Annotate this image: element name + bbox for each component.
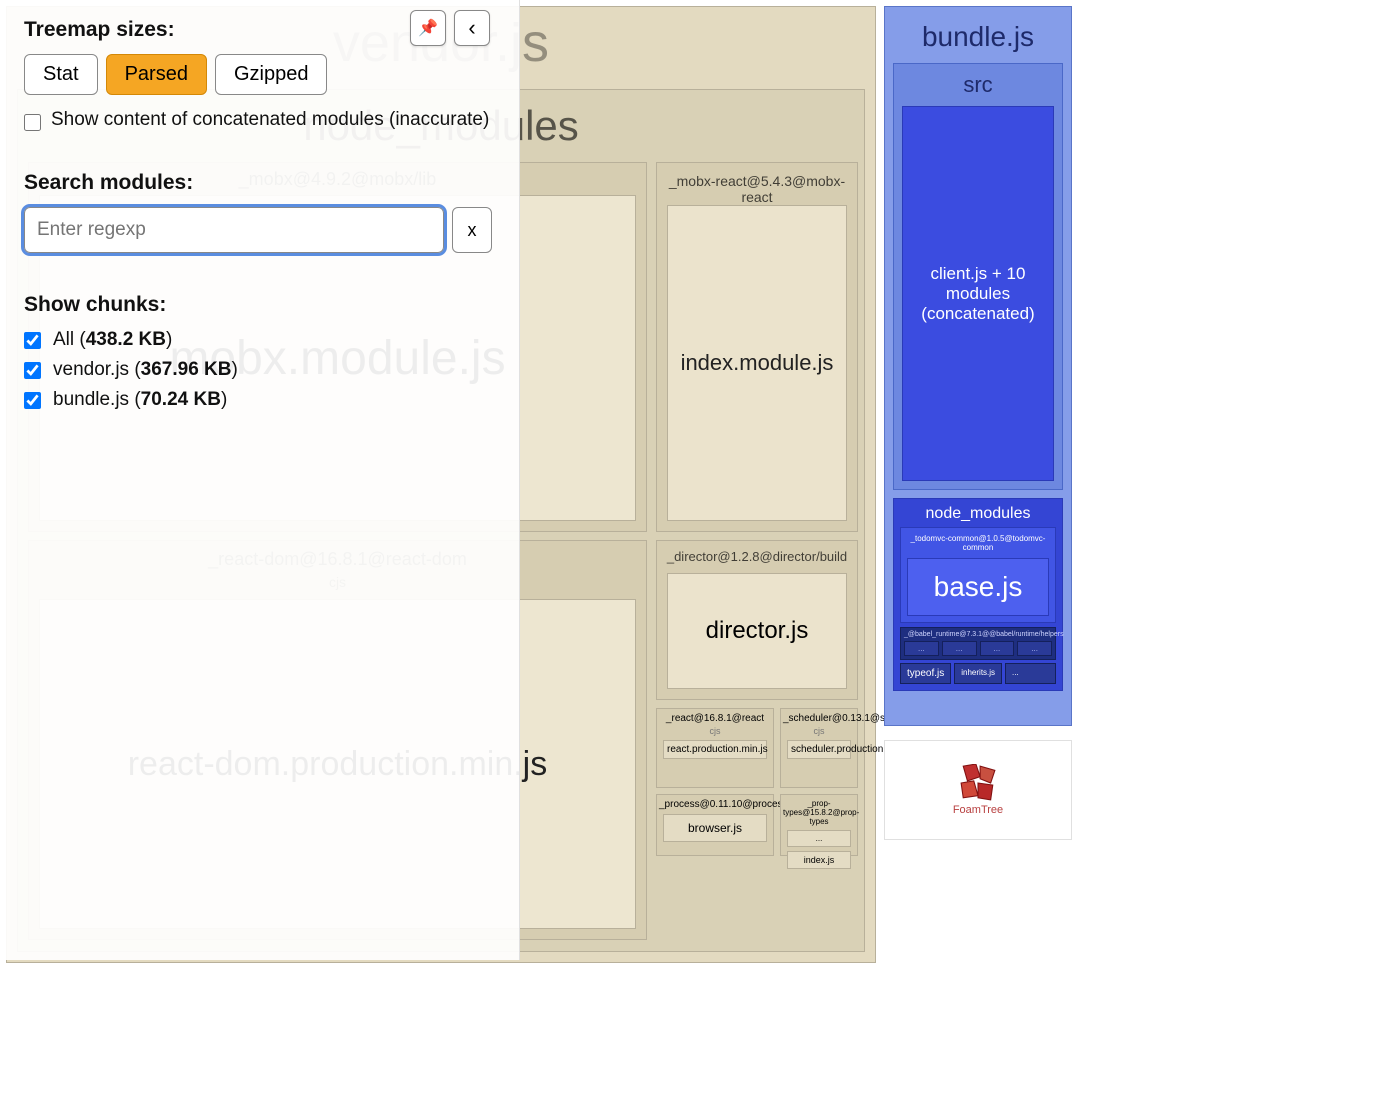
chunk-checkbox-bundle[interactable]	[24, 392, 41, 409]
process-path: _process@0.11.10@process	[659, 799, 771, 810]
module-client[interactable]: client.js + 10 modules (concatenated)	[902, 106, 1054, 481]
module-mobx-react[interactable]: _mobx-react@5.4.3@mobx-react index.modul…	[656, 162, 858, 532]
chunk-size-bundle: 70.24 KB	[141, 389, 221, 410]
size-button-group: Stat Parsed Gzipped	[24, 54, 495, 95]
chunk-checkbox-all[interactable]	[24, 332, 41, 349]
bundle-title: bundle.js	[885, 7, 1071, 63]
module-todomvc[interactable]: _todomvc-common@1.0.5@todomvc-common bas…	[900, 527, 1056, 623]
src-label: src	[894, 64, 1062, 106]
react-cjs: cjs	[659, 726, 771, 736]
chunk-list: All (438.2 KB) vendor.js (367.96 KB) bun…	[24, 329, 495, 411]
scheduler-path: _scheduler@0.13.1@scheduler	[783, 713, 855, 724]
chunk-checkbox-vendor[interactable]	[24, 362, 41, 379]
pin-icon: 📌	[418, 18, 438, 38]
chunks-title: Show chunks:	[24, 293, 495, 317]
prop-types-dots: ...	[787, 830, 851, 847]
module-process[interactable]: _process@0.11.10@process browser.js	[656, 794, 774, 856]
chunk-row-bundle[interactable]: bundle.js (70.24 KB)	[24, 389, 495, 411]
concat-checkbox[interactable]	[24, 114, 41, 131]
module-director-file[interactable]: director.js	[667, 573, 847, 689]
pin-button[interactable]: 📌	[410, 10, 446, 46]
module-mobx-react-file[interactable]: index.module.js	[667, 205, 847, 521]
babel-path: _@babel_runtime@7.3.1@@babel/runtime/hel…	[904, 631, 1052, 638]
size-stat-button[interactable]: Stat	[24, 54, 98, 95]
babel-dots-4[interactable]: ...	[1017, 641, 1052, 656]
chunk-size-vendor: 367.96 KB	[141, 359, 232, 380]
module-prop-types[interactable]: _prop-types@15.8.2@prop-types ... index.…	[780, 794, 858, 856]
react-path: _react@16.8.1@react	[659, 713, 771, 724]
bundle-src[interactable]: src client.js + 10 modules (concatenated…	[893, 63, 1063, 490]
module-typeof[interactable]: typeof.js	[900, 663, 951, 684]
chunk-row-vendor[interactable]: vendor.js (367.96 KB)	[24, 359, 495, 381]
chevron-left-icon: ‹	[468, 15, 475, 41]
search-input[interactable]	[24, 207, 444, 253]
babel-dots-5[interactable]: ...	[1005, 663, 1056, 684]
chunk-size-all: 438.2 KB	[86, 329, 166, 350]
todomvc-path: _todomvc-common@1.0.5@todomvc-common	[901, 532, 1055, 554]
prop-types-file-label: index.js	[787, 851, 851, 869]
chunk-row-all[interactable]: All (438.2 KB)	[24, 329, 495, 351]
module-scheduler[interactable]: _scheduler@0.13.1@scheduler cjs schedule…	[780, 708, 858, 788]
module-babel-runtime[interactable]: _@babel_runtime@7.3.1@@babel/runtime/hel…	[900, 627, 1056, 660]
clear-search-button[interactable]: x	[452, 207, 492, 253]
bundle-node-modules[interactable]: node_modules _todomvc-common@1.0.5@todom…	[893, 498, 1063, 691]
foamtree-label: FoamTree	[953, 804, 1003, 816]
concat-label: Show content of concatenated modules (in…	[51, 109, 489, 131]
client-label: client.js + 10 modules (concatenated)	[909, 264, 1047, 324]
size-parsed-button[interactable]: Parsed	[106, 54, 207, 95]
collapse-button[interactable]: ‹	[454, 10, 490, 46]
module-react[interactable]: _react@16.8.1@react cjs react.production…	[656, 708, 774, 788]
module-inherits[interactable]: inherits.js	[954, 663, 1002, 684]
foamtree-icon	[956, 764, 1000, 802]
babel-dots-3[interactable]: ...	[980, 641, 1015, 656]
chunk-name-bundle: bundle.js	[53, 389, 129, 410]
react-file-label: react.production.min.js	[663, 740, 767, 759]
babel-dots-2[interactable]: ...	[942, 641, 977, 656]
foamtree-logo[interactable]: FoamTree	[884, 740, 1072, 840]
babel-dots-1[interactable]: ...	[904, 641, 939, 656]
search-title: Search modules:	[24, 171, 495, 195]
mobx-react-file-label: index.module.js	[681, 350, 834, 376]
director-path: _director@1.2.8@director/build	[657, 541, 857, 564]
prop-types-path: _prop-types@15.8.2@prop-types	[783, 799, 855, 826]
scheduler-cjs: cjs	[783, 726, 855, 736]
chunk-name-vendor: vendor.js	[53, 359, 129, 380]
chunk-bundle[interactable]: bundle.js src client.js + 10 modules (co…	[884, 6, 1072, 726]
chunk-name-all: All	[53, 329, 74, 350]
base-file-label: base.js	[934, 571, 1023, 602]
bundle-nm-label: node_modules	[894, 499, 1062, 527]
control-panel: 📌 ‹ Treemap sizes: Stat Parsed Gzipped S…	[0, 0, 520, 960]
director-file-label: director.js	[706, 617, 809, 645]
module-base-file[interactable]: base.js	[907, 558, 1049, 616]
process-file-label: browser.js	[663, 814, 767, 842]
module-director[interactable]: _director@1.2.8@director/build director.…	[656, 540, 858, 700]
scheduler-file-label: scheduler.production.min.js	[787, 740, 851, 759]
size-gzipped-button[interactable]: Gzipped	[215, 54, 328, 95]
